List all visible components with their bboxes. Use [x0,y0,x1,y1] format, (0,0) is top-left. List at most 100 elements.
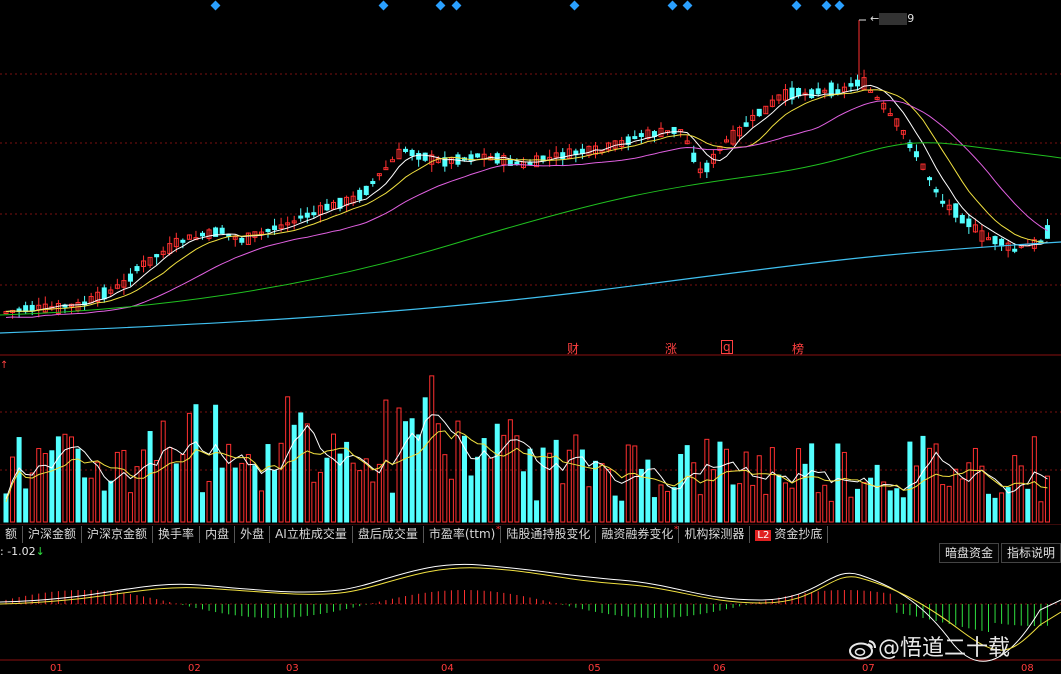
candle [743,122,749,127]
volume-bar [141,449,147,523]
volume-bar [737,483,743,523]
volume-bar [959,478,965,523]
event-q[interactable]: q [721,340,733,354]
candle [953,203,959,218]
tab-fund-bottom[interactable]: L2 资金抄底 [750,526,829,543]
event-rise[interactable]: 涨 [665,340,677,357]
tab-northbound-holding[interactable]: 陆股通持股变化 [501,526,597,543]
volume-bar [782,482,788,523]
volume-bar [933,443,939,523]
volume-bar [841,451,847,523]
volume-bar [684,445,690,523]
volume-bar [796,448,802,523]
candle [999,238,1005,247]
volume-bar [331,433,336,523]
volume-bar [10,456,16,523]
tab-inner-volume[interactable]: 内盘 [200,526,236,543]
volume-bar [363,458,369,523]
volume-bar [658,484,664,523]
candle [200,232,205,237]
volume-bar [855,488,860,523]
candle [403,148,409,152]
candle [370,181,376,185]
volume-bar [448,478,454,523]
volume-bar [553,439,559,523]
event-finance[interactable]: 财 [567,340,579,357]
volume-bar [599,463,605,523]
volume-bar [547,452,553,523]
volume-bar [206,480,212,523]
candle [409,149,415,157]
volume-bar [625,444,631,523]
l2-badge: L2 [755,530,772,541]
weibo-icon [849,640,876,660]
volume-bar [416,434,422,523]
down-arrow-icon: ↓ [35,545,45,558]
tab-amount[interactable]: 额 [0,526,24,543]
volume-bar [710,469,716,523]
x-axis-label: 06 [713,663,726,674]
candle [796,87,802,97]
candle [704,162,710,173]
tab-sh-sz-amount[interactable]: 沪深金额 [23,526,83,543]
volume-bar [278,442,284,523]
tab-pe-ttm[interactable]: 市盈率(ttm) [424,525,502,543]
volume-bar [344,441,350,523]
volume-bar [462,435,467,523]
volume-bar [147,431,153,523]
volume-bar [429,375,435,523]
volume-bar [835,443,841,523]
candle [809,89,815,99]
volume-bar [468,475,474,523]
volume-bar [350,462,356,523]
volume-bars[interactable] [3,375,1050,523]
tab-ai-volume[interactable]: AI立桩成交量 [270,526,353,543]
volume-bar [285,396,291,523]
volume-bar [724,448,729,523]
volume-bar [389,492,395,523]
volume-bar [665,490,671,523]
volume-bar [252,465,258,523]
x-axis-label: 07 [862,663,875,674]
candle [127,273,133,282]
candle [1012,248,1018,252]
tab-margin-change[interactable]: 融资融券变化 [596,525,680,543]
volume-bar [953,468,959,523]
tab-institution-detector[interactable]: 机构探测器 [679,526,751,543]
candlestick-series[interactable] [3,19,1050,319]
tab-outer-volume[interactable]: 外盘 [235,526,271,543]
indicator-help-button[interactable]: 指标说明 [1001,543,1061,563]
candle [23,305,29,313]
volume-bar [927,447,933,523]
candle [363,185,369,195]
candle [959,215,965,224]
dark-pool-button[interactable]: 暗盘资金 [939,543,1000,563]
volume-bar [579,449,585,523]
volume-bar [298,412,304,523]
volume-bar [979,465,985,523]
candle [389,159,395,163]
volume-bar [822,484,828,523]
macd-value: : -1.02↓ [0,545,45,558]
candle [357,189,363,200]
volume-bar [1044,475,1050,523]
volume-average-lines [5,414,1048,503]
candle [180,239,186,243]
volume-bar [193,404,199,523]
volume-bar [121,449,127,523]
ma60-line [0,142,1061,316]
volume-bar [940,484,946,523]
tab-turnover[interactable]: 换手率 [153,526,201,543]
volume-bar [972,447,978,523]
candle [527,162,533,166]
volume-bar [802,463,808,523]
event-list[interactable]: 榜 [792,340,804,357]
stock-chart[interactable] [0,0,1061,673]
tab-after-hours-volume[interactable]: 盘后成交量 [353,526,424,543]
candle [855,79,860,87]
volume-bar [82,477,88,523]
volume-bar [213,404,219,523]
tab-sh-sz-bj-amount[interactable]: 沪深京金额 [82,526,154,543]
volume-bar [789,487,795,523]
volume-bar [966,462,972,523]
